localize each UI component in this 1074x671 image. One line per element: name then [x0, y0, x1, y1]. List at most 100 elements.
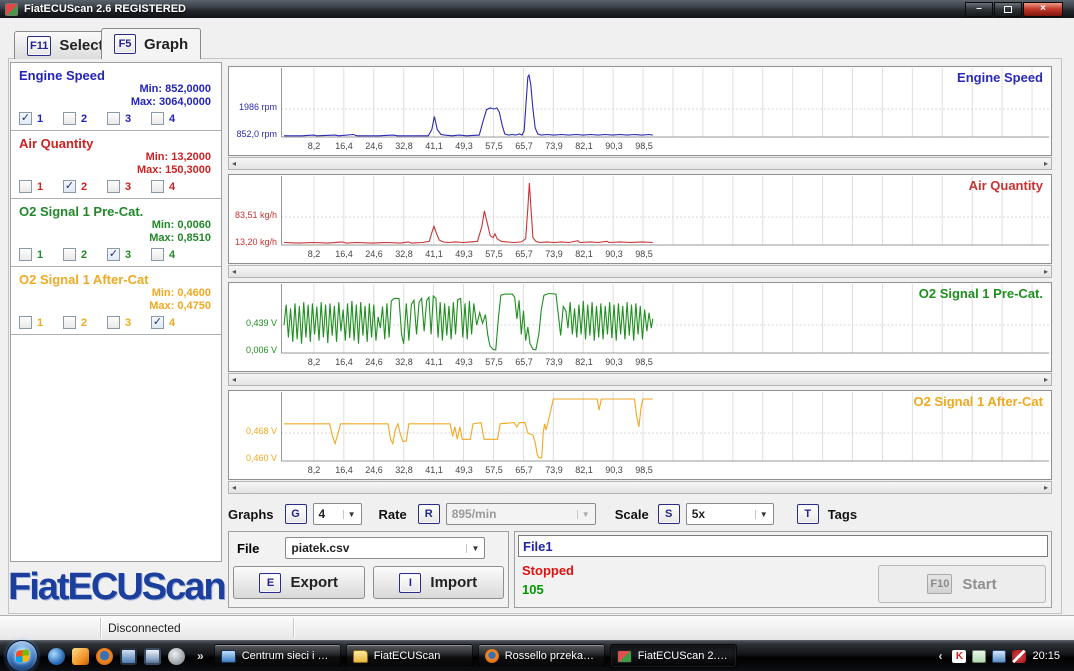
network-tray-icon[interactable]: [992, 650, 1006, 663]
tab-select-label: Select: [59, 37, 103, 54]
firefox-icon[interactable]: [96, 648, 113, 665]
file-label: File: [237, 541, 259, 556]
start-button-orb[interactable]: [6, 640, 38, 671]
x-tick-label: 16,4: [335, 465, 353, 475]
x-tick-label: 90,3: [605, 249, 623, 259]
i-key-badge: I: [399, 573, 421, 593]
taskbar-task-fiatecuscan[interactable]: FiatECUScan: [346, 644, 473, 668]
x-tick-label: 8,2: [308, 465, 321, 475]
x-tick-label: 57,5: [485, 141, 503, 151]
scroll-left-icon[interactable]: ◂: [232, 159, 236, 168]
horizontal-scrollbar[interactable]: ◂▸: [228, 481, 1052, 494]
scroll-right-icon[interactable]: ▸: [1044, 483, 1048, 492]
channel-2-graph-1-checkbox[interactable]: [19, 180, 32, 193]
channel-title: O2 Signal 1 After-Cat: [19, 272, 213, 287]
e-key-badge: E: [259, 573, 281, 593]
y-axis-mid-label: 0,468 V: [231, 426, 277, 436]
x-tick-label: 24,6: [365, 249, 383, 259]
channel-1-graph-4-checkbox[interactable]: [151, 112, 164, 125]
close-button[interactable]: ×: [1023, 2, 1063, 17]
horizontal-scrollbar[interactable]: ◂▸: [228, 157, 1052, 170]
folder-icon: [353, 650, 368, 663]
graphs-count-select[interactable]: 4▼: [313, 503, 362, 525]
plot-box: 0,439 V 0,006 V O2 Signal 1 Pre-Cat. 8,2…: [228, 282, 1052, 372]
x-tick-label: 73,9: [545, 249, 563, 259]
channel-3-graph-2-checkbox[interactable]: [63, 248, 76, 261]
battery-tray-icon[interactable]: [972, 650, 986, 663]
channel-2-graph-3-checkbox[interactable]: [107, 180, 120, 193]
taskbar-task-centrum-sieci-i-udo[interactable]: Centrum sieci i udo...: [214, 644, 341, 668]
horizontal-scrollbar[interactable]: ◂▸: [228, 265, 1052, 278]
scroll-right-icon[interactable]: ▸: [1044, 267, 1048, 276]
maximize-button[interactable]: [994, 2, 1022, 17]
x-tick-label: 32,8: [395, 357, 413, 367]
lock-icon[interactable]: [168, 648, 185, 665]
chevron-down-icon: ▼: [755, 510, 768, 519]
channel-2-graph-4-checkbox[interactable]: [151, 180, 164, 193]
x-axis-ticks: 8,216,424,632,841,149,357,565,773,982,19…: [281, 249, 1049, 263]
x-tick-label: 65,7: [515, 141, 533, 151]
scroll-left-icon[interactable]: ◂: [232, 483, 236, 492]
s-key-button[interactable]: S: [658, 504, 680, 524]
horizontal-scrollbar[interactable]: ◂▸: [228, 373, 1052, 386]
taskbar-task-fiatecuscan-2-6-re[interactable]: FiatECUScan 2.6 RE...: [610, 644, 737, 668]
g-key-button[interactable]: G: [285, 504, 307, 524]
chevron-down-icon: ▼: [577, 510, 590, 519]
x-tick-label: 82,1: [575, 249, 593, 259]
tab-graph[interactable]: F5 Graph: [101, 28, 201, 59]
display-icon[interactable]: [120, 648, 137, 665]
taskbar-task-rossello-przekazuje[interactable]: Rossello przekazuje ...: [478, 644, 605, 668]
channel-max: Max: 3064,0000: [19, 96, 211, 109]
channel-1-graph-3-checkbox[interactable]: [107, 112, 120, 125]
x-tick-label: 16,4: [335, 249, 353, 259]
x-tick-label: 32,8: [395, 249, 413, 259]
x-tick-label: 41,1: [425, 141, 443, 151]
channel-4-graph-3-checkbox[interactable]: [107, 316, 120, 329]
t-key-button[interactable]: T: [797, 504, 819, 524]
channel-2-graph-2-checkbox[interactable]: ✓: [63, 180, 76, 193]
channel-4-graph-1-checkbox[interactable]: [19, 316, 32, 329]
minimize-button[interactable]: –: [965, 2, 993, 17]
channel-1-graph-1-checkbox[interactable]: ✓: [19, 112, 32, 125]
graph-title: Engine Speed: [957, 70, 1043, 85]
channel-3-graph-1-checkbox[interactable]: [19, 248, 32, 261]
fiatecuscan-logo: FiatECUScan: [8, 566, 224, 609]
window-app-icon[interactable]: [144, 648, 161, 665]
channel-4-graph-4-checkbox[interactable]: ✓: [151, 316, 164, 329]
file-select[interactable]: piatek.csv▼: [285, 537, 485, 559]
network-globe-icon[interactable]: [48, 648, 65, 665]
session-name-input[interactable]: [518, 535, 1048, 557]
volume-muted-tray-icon[interactable]: [1012, 650, 1026, 663]
scale-select[interactable]: 5x▼: [686, 503, 774, 525]
channel-title: O2 Signal 1 Pre-Cat.: [19, 204, 213, 219]
channel-o2-after-cat: O2 Signal 1 After-Cat Min: 0,4600 Max: 0…: [11, 267, 221, 335]
firefox-icon: [485, 649, 499, 663]
x-tick-label: 57,5: [485, 249, 503, 259]
tray-expand-chevron[interactable]: ‹: [938, 649, 942, 663]
quick-launch-overflow-chevron[interactable]: »: [197, 649, 204, 663]
start-button[interactable]: F10 Start: [878, 565, 1046, 603]
checkbox-label: 1: [37, 113, 43, 125]
channel-o2-pre-cat: O2 Signal 1 Pre-Cat. Min: 0,0060 Max: 0,…: [11, 199, 221, 267]
r-key-button[interactable]: R: [418, 504, 440, 524]
scroll-left-icon[interactable]: ◂: [232, 375, 236, 384]
graph-assign-checkboxes: ✓1234: [19, 112, 213, 125]
channel-3-graph-4-checkbox[interactable]: [151, 248, 164, 261]
channel-max: Max: 150,3000: [19, 164, 211, 177]
tags-label: Tags: [828, 507, 857, 522]
scroll-left-icon[interactable]: ◂: [232, 267, 236, 276]
channel-max: Max: 0,8510: [19, 232, 211, 245]
picture-tool-icon[interactable]: [72, 648, 89, 665]
channel-4-graph-2-checkbox[interactable]: [63, 316, 76, 329]
rate-label: Rate: [379, 507, 407, 522]
import-button[interactable]: I Import: [373, 566, 505, 599]
scroll-right-icon[interactable]: ▸: [1044, 159, 1048, 168]
antivirus-tray-icon[interactable]: K: [952, 650, 966, 663]
channel-3-graph-3-checkbox[interactable]: ✓: [107, 248, 120, 261]
x-axis-ticks: 8,216,424,632,841,149,357,565,773,982,19…: [281, 357, 1049, 371]
channel-1-graph-2-checkbox[interactable]: [63, 112, 76, 125]
y-axis-bottom-label: 852,0 rpm: [231, 129, 277, 139]
scroll-right-icon[interactable]: ▸: [1044, 375, 1048, 384]
export-button[interactable]: E Export: [233, 566, 365, 599]
app-icon: [617, 650, 632, 663]
